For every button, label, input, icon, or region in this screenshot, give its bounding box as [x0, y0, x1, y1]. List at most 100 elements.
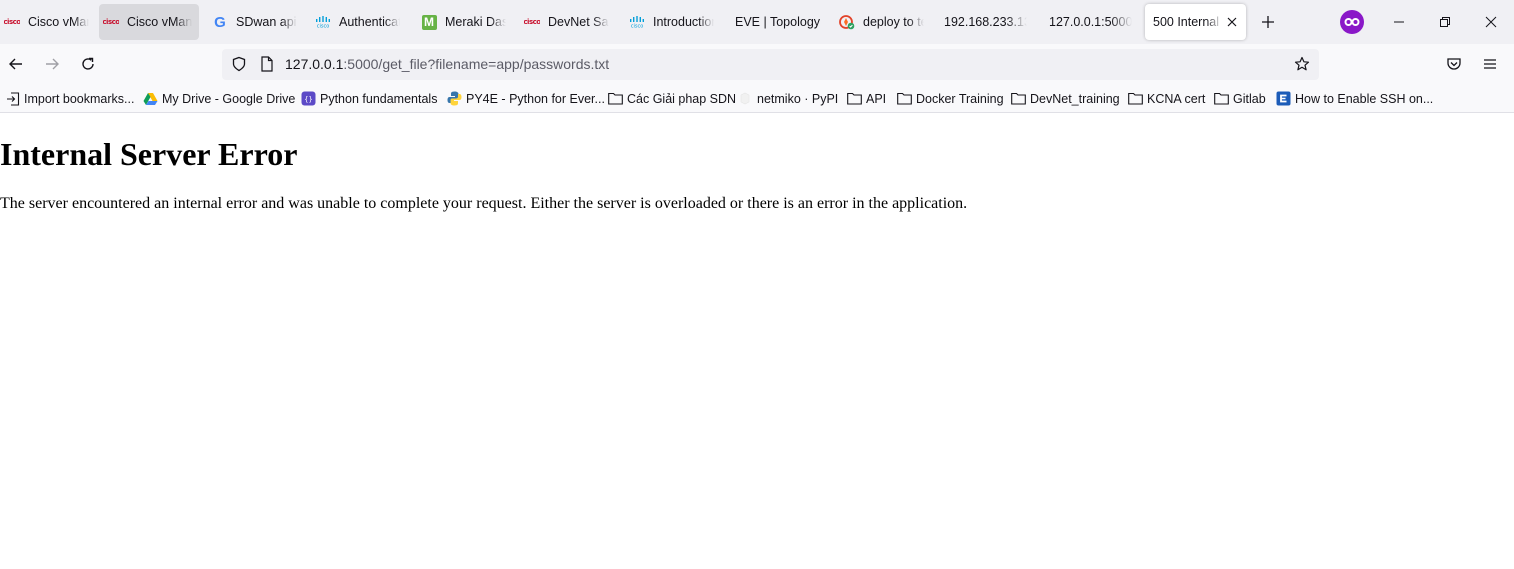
gitlab-icon [839, 14, 855, 30]
bookmark-python-fundamentals[interactable]: {} Python fundamentals [301, 90, 437, 107]
bookmark-py4e[interactable]: PY4E - Python for Ever... [447, 90, 605, 107]
cisco-logo-icon: cisco [103, 18, 119, 26]
tab-title: 192.168.233.132 [944, 15, 1027, 29]
new-tab-button[interactable] [1256, 10, 1280, 34]
code-icon: {} [301, 91, 316, 106]
bookmark-label: KCNA cert [1147, 91, 1206, 106]
tab-cisco-vmanage-2[interactable]: cisco Cisco vManage [99, 4, 199, 40]
folder-icon [1011, 91, 1026, 106]
bookmarks-toolbar: Import bookmarks... My Drive - Google Dr… [0, 84, 1514, 113]
restore-icon [1440, 17, 1450, 27]
tab-500-internal-server-error[interactable]: 500 Internal Server Error [1145, 4, 1246, 40]
cisco-logo-icon: cisco [524, 18, 540, 26]
tab-introduction[interactable]: cisco Introduction [625, 4, 721, 40]
tab-title: Introduction [653, 15, 714, 29]
tab-sdwan-api[interactable]: G SDwan api docs [208, 4, 304, 40]
bookmark-label: My Drive - Google Drive [162, 91, 296, 106]
folder-icon [897, 91, 912, 106]
tab-eve-topology[interactable]: EVE | Topology [731, 4, 827, 40]
pocket-icon [1447, 58, 1461, 70]
tab-localhost-get-file[interactable]: 127.0.0.1:5000/get_file [1045, 4, 1139, 40]
folder-icon [1214, 91, 1229, 106]
bookmark-folder-api[interactable]: API [847, 90, 886, 107]
bookmark-label: Docker Training [916, 91, 1004, 106]
pocket-button[interactable] [1442, 52, 1466, 76]
bookmark-my-drive[interactable]: My Drive - Google Drive [143, 90, 295, 107]
tab-title: EVE | Topology [735, 15, 820, 29]
cisco-devnet-icon: cisco [315, 14, 331, 30]
meraki-icon: M [421, 14, 437, 30]
import-icon [5, 91, 20, 106]
svg-text:{}: {} [304, 96, 312, 104]
reload-button[interactable] [76, 52, 100, 76]
pypi-icon [738, 91, 753, 106]
tab-title: Meraki Dashboard [445, 15, 506, 29]
bookmark-label: How to Enable SSH on... [1295, 91, 1434, 106]
address-bar[interactable]: 127.0.0.1:5000/get_file?filename=app/pas… [222, 49, 1319, 80]
tab-title: SDwan api docs [236, 15, 297, 29]
url-path: :5000/get_file?filename=app/passwords.tx… [343, 56, 610, 72]
tab-devnet-sandbox[interactable]: cisco DevNet Sandbox [520, 4, 616, 40]
folder-icon [608, 91, 623, 106]
svg-text:cisco: cisco [317, 24, 330, 29]
minimize-icon [1394, 21, 1404, 23]
close-tab-icon[interactable] [1225, 15, 1239, 29]
bookmark-label: netmiko · PyPI [757, 91, 839, 106]
bookmark-label: Import bookmarks... [24, 91, 135, 106]
bookmark-label: Các Giải phap SDN [627, 91, 737, 106]
restore-window-button[interactable] [1435, 12, 1455, 32]
tab-192-168-233-132[interactable]: 192.168.233.132 [940, 4, 1034, 40]
tab-title: deploy to test [863, 15, 924, 29]
google-drive-icon [143, 91, 158, 106]
folder-icon [1128, 91, 1143, 106]
hamburger-menu-icon [1484, 59, 1496, 69]
error-message: The server encountered an internal error… [0, 195, 968, 212]
bookmark-import-bookmarks[interactable]: Import bookmarks... [5, 90, 134, 107]
reload-icon [82, 57, 94, 70]
arrow-left-icon [9, 58, 22, 70]
url-host: 127.0.0.1 [285, 56, 344, 72]
bookmark-folder-kcna-cert[interactable]: KCNA cert [1128, 90, 1205, 107]
tab-cisco-vmanage-1[interactable]: cisco Cisco vManage [0, 4, 96, 40]
minimize-window-button[interactable] [1389, 12, 1409, 32]
error-heading: Internal Server Error [0, 136, 298, 172]
bookmark-site-icon [1276, 91, 1291, 106]
back-button[interactable] [4, 52, 28, 76]
tab-meraki-dashboard[interactable]: M Meraki Dashboard [417, 4, 513, 40]
tab-bar: cisco Cisco vManage cisco Cisco vManage … [0, 0, 1514, 44]
svg-text:cisco: cisco [631, 24, 644, 29]
tab-title: DevNet Sandbox [548, 15, 609, 29]
close-icon [1485, 16, 1497, 28]
arrow-right-icon [46, 58, 59, 70]
google-icon: G [214, 14, 226, 30]
bookmark-label: Python fundamentals [320, 91, 438, 106]
cisco-devnet-icon: cisco [629, 14, 645, 30]
tab-deploy-to-test[interactable]: deploy to test [835, 4, 931, 40]
tab-authentication[interactable]: cisco Authentication [311, 4, 407, 40]
bookmark-folder-devnet-training[interactable]: DevNet_training [1011, 90, 1120, 107]
tab-title: 127.0.0.1:5000/get_file [1049, 15, 1132, 29]
page-content: Internal Server Error The server encount… [0, 113, 1514, 569]
tracking-protection-shield-icon[interactable] [231, 56, 247, 72]
tab-title: Authentication [339, 15, 400, 29]
close-window-button[interactable] [1481, 12, 1501, 32]
bookmark-folder-cac-giai-phap-sdn[interactable]: Các Giải phap SDN [608, 90, 736, 107]
app-menu-button[interactable] [1478, 52, 1502, 76]
forward-button[interactable] [40, 52, 64, 76]
folder-icon [847, 91, 862, 106]
page-info-icon[interactable] [259, 56, 275, 72]
bookmark-folder-docker-training[interactable]: Docker Training [897, 90, 1004, 107]
bookmark-how-to-enable-ssh[interactable]: How to Enable SSH on... [1276, 90, 1433, 107]
python-icon [447, 91, 462, 106]
tab-title: Cisco vManage [127, 15, 192, 29]
bookmark-label: PY4E - Python for Ever... [466, 91, 605, 106]
url-text[interactable]: 127.0.0.1:5000/get_file?filename=app/pas… [285, 56, 609, 72]
bookmark-label: DevNet_training [1030, 91, 1120, 106]
bookmark-label: Gitlab [1233, 91, 1266, 106]
private-browsing-extension-icon[interactable] [1340, 10, 1364, 34]
tab-title: Cisco vManage [28, 15, 89, 29]
bookmark-folder-gitlab[interactable]: Gitlab [1214, 90, 1266, 107]
cisco-logo-icon: cisco [4, 18, 20, 26]
bookmark-netmiko-pypi[interactable]: netmiko · PyPI [738, 90, 838, 107]
bookmark-star-icon[interactable] [1294, 56, 1310, 72]
